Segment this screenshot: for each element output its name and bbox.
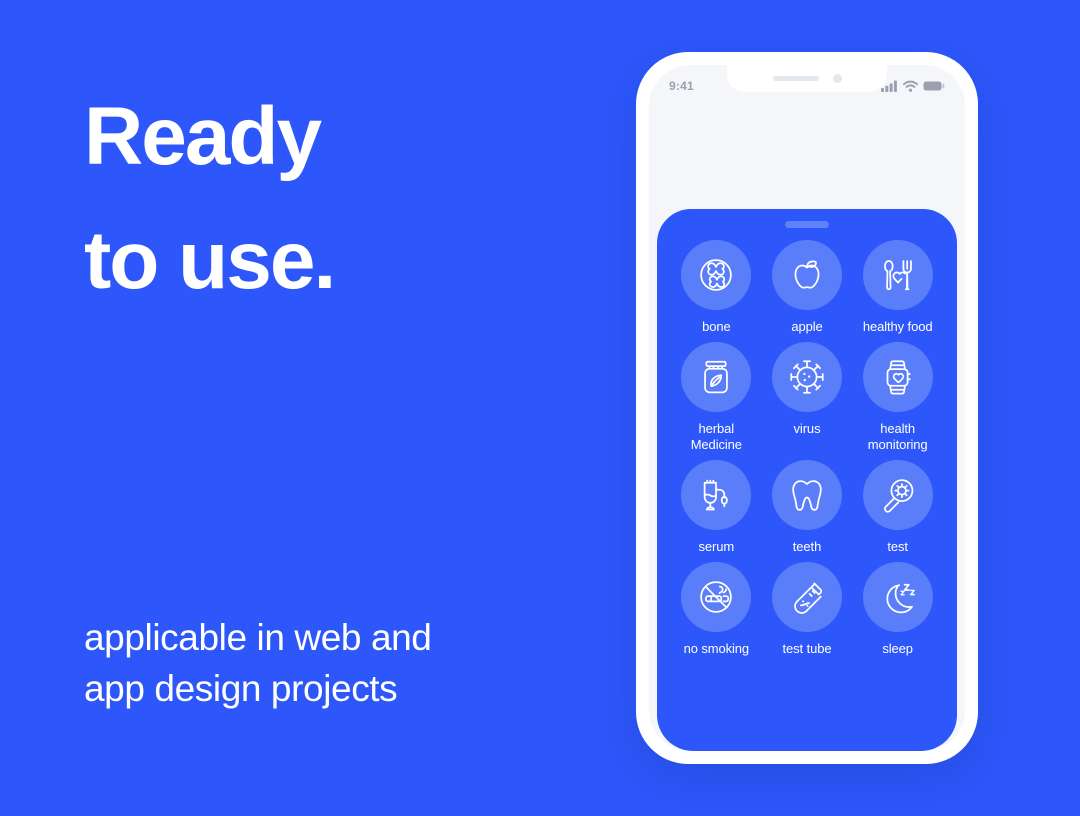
icon-bubble bbox=[681, 459, 752, 530]
icon-label: virus bbox=[793, 421, 821, 437]
phone-mockup: 9:41 bone apple healthy food herbal Medi… bbox=[636, 52, 978, 764]
icon-label: serum bbox=[698, 538, 735, 554]
status-icons bbox=[881, 80, 945, 92]
icon-grid: bone apple healthy food herbal Medicine … bbox=[671, 240, 943, 657]
icon-label: test tube bbox=[782, 641, 832, 657]
apple-icon bbox=[794, 260, 820, 289]
wifi-icon bbox=[903, 80, 918, 92]
subcopy-line-1: applicable in web and bbox=[84, 617, 432, 658]
icon-cell-sleep[interactable]: sleep bbox=[852, 562, 943, 656]
test-tube-icon bbox=[794, 582, 823, 615]
battery-icon bbox=[923, 81, 945, 91]
drag-handle[interactable] bbox=[785, 221, 829, 228]
icon-bubble bbox=[862, 459, 933, 530]
tooth-icon bbox=[792, 480, 822, 511]
icon-label: bone bbox=[702, 319, 731, 334]
bone-icon bbox=[700, 259, 733, 291]
headline-line-1: Ready bbox=[84, 91, 322, 182]
icon-label: test bbox=[887, 538, 908, 554]
headline-line-2: to use. bbox=[84, 215, 336, 306]
subcopy-line-2: app design projects bbox=[84, 668, 398, 710]
icon-panel-card: bone apple healthy food herbal Medicine … bbox=[657, 209, 957, 751]
icon-cell-bone[interactable]: bone bbox=[671, 240, 762, 334]
icon-cell-no-smoking[interactable]: no smoking bbox=[671, 562, 762, 656]
iv-drip-icon bbox=[704, 479, 729, 511]
icon-label: apple bbox=[791, 319, 823, 334]
icon-bubble bbox=[681, 240, 752, 310]
no-smoking-icon bbox=[700, 581, 733, 614]
subcopy: applicable in web and app design project… bbox=[84, 612, 604, 714]
icon-label: sleep bbox=[882, 641, 913, 657]
phone-notch bbox=[727, 65, 887, 92]
icon-bubble bbox=[771, 342, 842, 413]
icon-cell-herbal-medicine[interactable]: herbal Medicine bbox=[671, 342, 762, 452]
camera-icon bbox=[832, 74, 842, 83]
icon-label: healthy food bbox=[862, 319, 933, 334]
icon-cell-apple[interactable]: apple bbox=[762, 240, 853, 334]
promo-copy: Ready to use. bbox=[84, 96, 604, 302]
icon-cell-health-monitoring[interactable]: health monitoring bbox=[852, 342, 943, 452]
icon-bubble bbox=[771, 459, 842, 530]
speaker-icon bbox=[772, 76, 819, 81]
icon-cell-teeth[interactable]: teeth bbox=[762, 459, 853, 554]
icon-label: no smoking bbox=[683, 641, 750, 657]
icon-label: herbal Medicine bbox=[690, 421, 742, 452]
icon-cell-healthy-food[interactable]: healthy food bbox=[852, 240, 943, 334]
status-time: 9:41 bbox=[669, 79, 694, 93]
icon-bubble bbox=[862, 240, 933, 310]
healthy-food-icon bbox=[883, 260, 912, 291]
virus-icon bbox=[790, 360, 824, 394]
icon-cell-test-tube[interactable]: test tube bbox=[762, 562, 853, 656]
icon-bubble bbox=[771, 562, 842, 633]
smartwatch-icon bbox=[886, 360, 911, 395]
magnifier-virus-icon bbox=[883, 479, 913, 513]
icon-bubble bbox=[862, 342, 933, 413]
icon-cell-virus[interactable]: virus bbox=[762, 342, 853, 452]
phone-screen: 9:41 bone apple healthy food herbal Medi… bbox=[649, 65, 965, 751]
icon-cell-test[interactable]: test bbox=[852, 459, 943, 554]
icon-cell-serum[interactable]: serum bbox=[671, 459, 762, 554]
icon-label: teeth bbox=[792, 538, 822, 554]
icon-label: health monitoring bbox=[867, 421, 928, 452]
icon-bubble bbox=[862, 562, 933, 633]
icon-bubble bbox=[771, 240, 842, 310]
icon-bubble bbox=[681, 342, 752, 413]
herbal-medicine-icon bbox=[704, 361, 729, 394]
moon-sleep-icon bbox=[886, 584, 915, 614]
icon-bubble bbox=[681, 562, 752, 633]
